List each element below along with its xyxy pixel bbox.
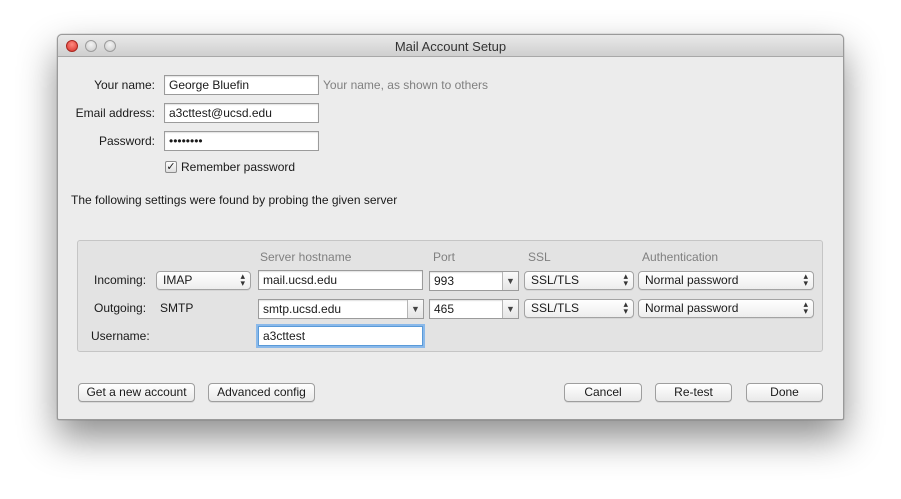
- outgoing-label: Outgoing:: [94, 301, 147, 315]
- updown-chevron-icon: ▴ ▾: [623, 299, 628, 316]
- updown-chevron-icon: ▴ ▾: [803, 271, 808, 288]
- outgoing-hostname-combo[interactable]: smtp.ucsd.edu ▼: [258, 299, 424, 319]
- title-bar: Mail Account Setup: [58, 35, 843, 57]
- status-message: The following settings were found by pro…: [71, 193, 398, 207]
- your-name-hint: Your name, as shown to others: [323, 78, 488, 92]
- incoming-protocol-value: IMAP: [163, 273, 193, 287]
- incoming-auth-select[interactable]: Normal password ▴ ▾: [638, 271, 814, 290]
- cancel-button[interactable]: Cancel: [564, 383, 642, 402]
- outgoing-auth-select[interactable]: Normal password ▴ ▾: [638, 299, 814, 318]
- email-address-field[interactable]: a3cttest@ucsd.edu: [164, 103, 319, 123]
- port-column-header: Port: [433, 250, 456, 264]
- outgoing-protocol: SMTP: [160, 301, 194, 315]
- incoming-protocol-select[interactable]: IMAP ▴ ▾: [156, 271, 251, 290]
- incoming-port-combo[interactable]: 993 ▼: [429, 271, 519, 291]
- outgoing-ssl-select[interactable]: SSL/TLS ▴ ▾: [524, 299, 634, 318]
- outgoing-auth-value: Normal password: [645, 301, 739, 315]
- remember-password-checkbox[interactable]: ✓: [165, 161, 177, 173]
- outgoing-port-combo[interactable]: 465 ▼: [429, 299, 519, 319]
- ssl-column-header: SSL: [528, 250, 551, 264]
- incoming-hostname-field[interactable]: mail.ucsd.edu: [258, 270, 423, 290]
- password-label: Password:: [98, 134, 155, 148]
- advanced-config-button[interactable]: Advanced config: [208, 383, 315, 402]
- username-label: Username:: [91, 329, 150, 343]
- your-name-field[interactable]: George Bluefin: [164, 75, 319, 95]
- chevron-down-icon[interactable]: ▼: [502, 300, 518, 318]
- window-title: Mail Account Setup: [394, 39, 507, 54]
- incoming-ssl-value: SSL/TLS: [531, 273, 580, 287]
- get-new-account-button[interactable]: Get a new account: [78, 383, 195, 402]
- email-address-label: Email address:: [75, 106, 155, 120]
- updown-chevron-icon: ▴ ▾: [623, 271, 628, 288]
- chevron-down-icon[interactable]: ▼: [407, 300, 423, 318]
- incoming-auth-value: Normal password: [645, 273, 739, 287]
- retest-button[interactable]: Re-test: [655, 383, 732, 402]
- updown-chevron-icon: ▴ ▾: [803, 299, 808, 316]
- incoming-ssl-select[interactable]: SSL/TLS ▴ ▾: [524, 271, 634, 290]
- updown-chevron-icon: ▴ ▾: [240, 271, 245, 288]
- incoming-label: Incoming:: [94, 273, 147, 287]
- incoming-port-value: 993: [434, 274, 455, 288]
- authentication-column-header: Authentication: [642, 250, 719, 264]
- chevron-down-icon[interactable]: ▼: [502, 272, 518, 290]
- hostname-column-header: Server hostname: [260, 250, 352, 264]
- outgoing-port-value: 465: [434, 302, 455, 316]
- username-field[interactable]: a3cttest: [258, 326, 423, 346]
- your-name-label: Your name:: [94, 78, 155, 92]
- outgoing-hostname-value: smtp.ucsd.edu: [263, 302, 342, 316]
- outgoing-ssl-value: SSL/TLS: [531, 301, 580, 315]
- password-field[interactable]: ••••••••: [164, 131, 319, 151]
- done-button[interactable]: Done: [746, 383, 823, 402]
- remember-password-label: Remember password: [181, 160, 296, 174]
